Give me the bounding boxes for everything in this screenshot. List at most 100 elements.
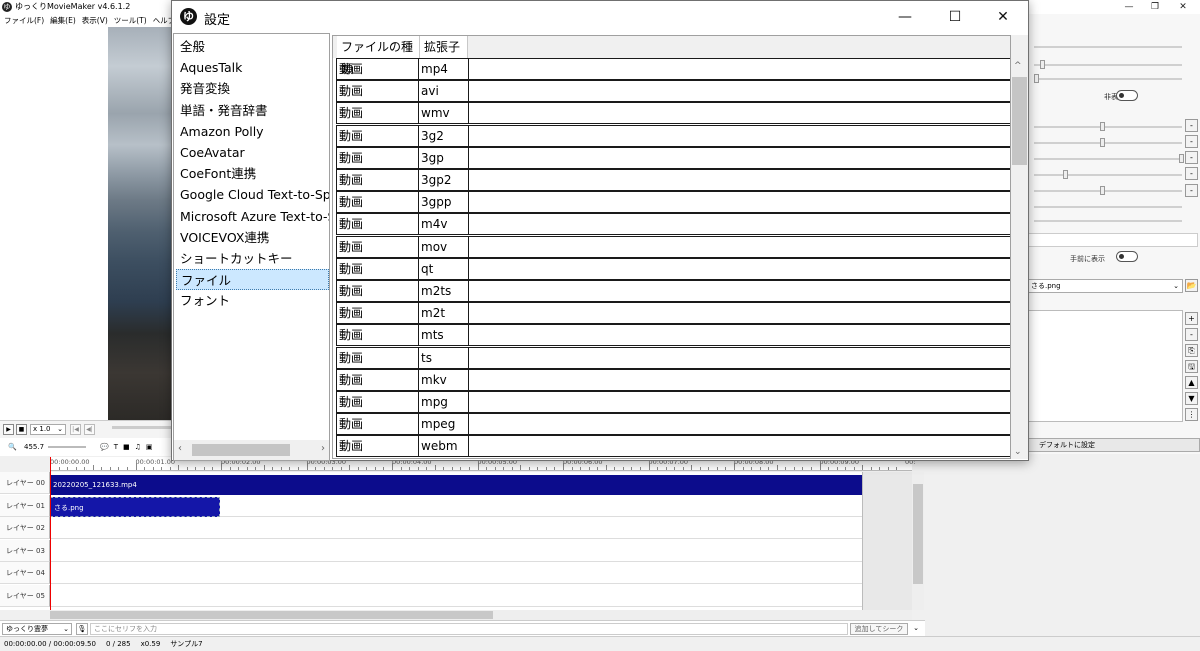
table-row[interactable]: 動画 m4v [336, 213, 1010, 236]
property-slider[interactable] [1034, 186, 1182, 195]
dialog-minimize-button[interactable]: — [882, 5, 928, 29]
decrement-button[interactable]: - [1185, 119, 1198, 132]
layer-label[interactable]: レイヤー 00 [0, 472, 50, 494]
timeline-clip-image[interactable]: さる.png [50, 497, 220, 517]
table-row[interactable]: 動画 m2t [336, 302, 1010, 325]
table-row[interactable]: 動画 mpg [336, 391, 1010, 413]
cell-extension[interactable]: qt [419, 258, 469, 279]
table-row[interactable]: 動画 avi [336, 80, 1010, 103]
category-item[interactable]: ファイル [176, 269, 329, 291]
cell-file-type[interactable]: 動画 [336, 392, 419, 412]
layer-row[interactable] [50, 585, 862, 607]
cell-extension[interactable]: m2t [419, 303, 469, 324]
table-row[interactable]: 動画 3g2 [336, 124, 1010, 147]
hide-toggle[interactable] [1116, 90, 1138, 101]
cell-file-type[interactable]: 動画 [336, 436, 419, 457]
cell-file-type[interactable]: 動画 [336, 369, 419, 390]
cell-file-type[interactable]: 動画 [336, 258, 419, 279]
cell-file-type[interactable]: 動画 [336, 59, 419, 79]
cell-file-type[interactable]: 動画 [336, 214, 419, 235]
timeline-horizontal-scrollbar[interactable] [50, 610, 912, 620]
set-default-button[interactable]: デフォルトに設定 [1028, 438, 1200, 452]
property-slider[interactable] [1034, 154, 1184, 163]
add-and-seek-button[interactable]: 追加してシーク [850, 623, 908, 635]
property-slider[interactable] [1034, 206, 1182, 208]
file-type-grid[interactable]: ファイルの種類 拡張子 動画 mp4 動画 avi 動画 wmv 動画 3g2 動画 3gp 動画 3… [332, 35, 1011, 459]
table-row[interactable]: 動画 wmv [336, 102, 1010, 125]
effect-list-button[interactable]: ▼ [1185, 392, 1198, 405]
settings-category-list[interactable]: 全般 AquesTalk 発音変換 単語・発音辞書 Amazon Polly CoeAva… [173, 33, 330, 461]
property-slider[interactable] [1034, 138, 1182, 147]
cell-file-type[interactable]: 動画 [336, 347, 419, 368]
cell-extension[interactable]: ts [419, 347, 469, 368]
scrollbar-thumb[interactable] [50, 611, 493, 619]
slider-knob[interactable] [1040, 60, 1045, 69]
cell-extension[interactable]: wmv [419, 103, 469, 124]
column-header-type[interactable]: ファイルの種類 [337, 36, 420, 76]
cell-extension[interactable]: 3gp [419, 147, 469, 168]
decrement-button[interactable]: - [1185, 135, 1198, 148]
category-item[interactable]: 発音変換 [180, 78, 230, 99]
category-item[interactable]: 全般 [180, 36, 205, 57]
app-maximize-button[interactable]: ❐ [1142, 0, 1168, 14]
table-row[interactable]: 動画 mkv [336, 368, 1010, 391]
cell-file-type[interactable]: 動画 [336, 147, 419, 168]
table-row[interactable]: 動画 3gpp [336, 191, 1010, 214]
folder-open-icon[interactable]: 📂 [1185, 279, 1198, 292]
cell-file-type[interactable]: 動画 [336, 236, 419, 257]
scrollbar-thumb[interactable] [1012, 77, 1027, 165]
prev-frame-button[interactable]: |◀ [70, 424, 81, 435]
table-row[interactable]: 動画 ts [336, 346, 1010, 369]
effect-list[interactable] [1028, 310, 1183, 422]
video-preview[interactable] [108, 27, 172, 420]
app-minimize-button[interactable]: — [1116, 0, 1142, 14]
cell-extension[interactable]: 3g2 [419, 125, 469, 146]
menu-item[interactable]: ファイル(F) [4, 14, 44, 27]
effect-list-button[interactable]: + [1185, 312, 1198, 325]
cell-file-type[interactable]: 動画 [336, 414, 419, 435]
tool-icon[interactable]: ♫ [135, 438, 141, 456]
property-slider[interactable] [1034, 60, 1182, 69]
menu-item[interactable]: 表示(V) [82, 14, 108, 27]
chevron-down-icon[interactable]: ⌄ [910, 623, 922, 635]
property-slider[interactable] [1034, 122, 1182, 131]
cell-extension[interactable]: mp4 [419, 59, 469, 79]
category-item[interactable]: CoeAvatar [180, 142, 245, 163]
effect-list-button[interactable]: 🖫 [1185, 360, 1198, 373]
layer-label[interactable]: レイヤー 04 [0, 562, 50, 584]
cell-file-type[interactable]: 動画 [336, 192, 419, 213]
slider-knob[interactable] [1063, 170, 1068, 179]
chevron-down-icon[interactable]: ⌄ [1014, 447, 1022, 457]
chevron-up-icon[interactable]: ^ [1014, 61, 1022, 71]
stop-button[interactable]: ■ [16, 424, 27, 435]
layer-label[interactable]: レイヤー 05 [0, 584, 50, 607]
voice-select[interactable]: ゆっくり霊夢 ⌄ [2, 623, 72, 635]
table-row[interactable]: 動画 mov [336, 235, 1010, 258]
slider-knob[interactable] [1179, 154, 1184, 163]
decrement-button[interactable]: - [1185, 151, 1198, 164]
layer-row[interactable] [50, 517, 862, 539]
chevron-left-icon[interactable]: ‹ [178, 443, 182, 454]
effect-list-button[interactable]: ⎘ [1185, 344, 1198, 357]
cell-file-type[interactable]: 動画 [336, 81, 419, 102]
slider-knob[interactable] [1100, 122, 1105, 131]
property-slider[interactable] [1034, 220, 1182, 222]
table-row[interactable]: 動画 mp4 [336, 58, 1010, 80]
timeline-clip-video[interactable]: 20220205_121633.mp4 [50, 475, 862, 495]
dialog-close-button[interactable]: ✕ [980, 5, 1026, 29]
grid-vertical-scrollbar[interactable]: ^ ⌄ [1011, 35, 1028, 459]
property-select[interactable] [1028, 233, 1198, 247]
cell-file-type[interactable]: 動画 [336, 170, 419, 190]
category-item[interactable]: フォント [180, 290, 230, 311]
decrement-button[interactable]: - [1185, 167, 1198, 180]
property-slider[interactable] [1034, 170, 1182, 179]
tool-icon[interactable]: ■ [123, 438, 130, 456]
slider-knob[interactable] [1034, 74, 1039, 83]
cell-extension[interactable]: 3gp2 [419, 170, 469, 190]
column-header-ext[interactable]: 拡張子 [420, 36, 468, 58]
layer-label[interactable]: レイヤー 01 [0, 494, 50, 517]
playback-speed-select[interactable]: x 1.0 ⌄ [30, 424, 66, 435]
zoom-slider[interactable] [48, 446, 86, 448]
slider-knob[interactable] [1100, 138, 1105, 147]
effect-list-button[interactable]: ▲ [1185, 376, 1198, 389]
